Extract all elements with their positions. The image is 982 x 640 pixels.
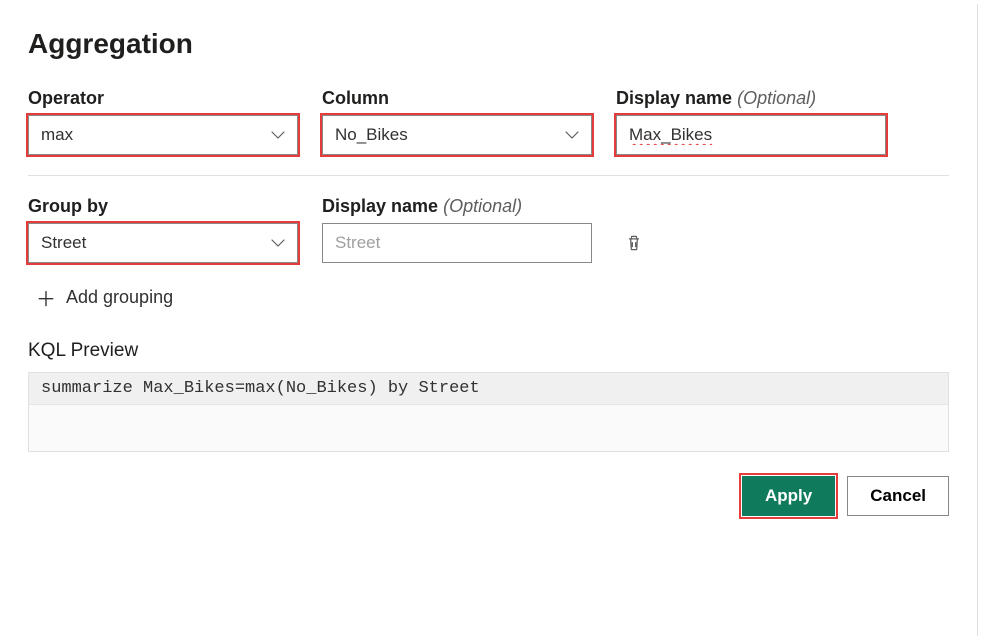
apply-button[interactable]: Apply — [742, 476, 835, 516]
kql-preview-code: summarize Max_Bikes=max(No_Bikes) by Str… — [29, 373, 948, 405]
kql-preview-box: summarize Max_Bikes=max(No_Bikes) by Str… — [28, 372, 949, 452]
footer: Apply Cancel — [28, 476, 949, 516]
display-name-value: Max_Bikes — [629, 125, 873, 145]
aggregation-panel: Aggregation Operator max Column No_Bikes — [4, 4, 978, 636]
plus-icon: ＋ — [36, 283, 56, 312]
kql-preview-label: KQL Preview — [28, 340, 949, 362]
add-grouping-button[interactable]: ＋ Add grouping — [36, 283, 949, 312]
panel-title: Aggregation — [28, 28, 949, 60]
group-by-display-name-field: Display name (Optional) Street — [322, 196, 592, 263]
group-by-label: Group by — [28, 196, 298, 217]
chevron-down-icon — [271, 239, 285, 247]
delete-grouping-button[interactable] — [616, 223, 652, 263]
operator-select[interactable]: max — [28, 115, 298, 155]
group-by-field: Group by Street — [28, 196, 298, 263]
group-by-select[interactable]: Street — [28, 223, 298, 263]
cancel-button[interactable]: Cancel — [847, 476, 949, 516]
trash-icon — [624, 233, 644, 253]
group-by-display-name-placeholder: Street — [335, 233, 579, 253]
divider — [28, 175, 949, 176]
column-value: No_Bikes — [335, 125, 557, 145]
column-select[interactable]: No_Bikes — [322, 115, 592, 155]
operator-value: max — [41, 125, 263, 145]
operator-field: Operator max — [28, 88, 298, 155]
group-by-display-name-input[interactable]: Street — [322, 223, 592, 263]
group-by-value: Street — [41, 233, 263, 253]
display-name-label: Display name (Optional) — [616, 88, 886, 109]
column-label: Column — [322, 88, 592, 109]
group-by-row: Group by Street Display name (Optional) … — [28, 196, 949, 263]
display-name-input[interactable]: Max_Bikes — [616, 115, 886, 155]
add-grouping-label: Add grouping — [66, 287, 173, 308]
aggregation-row: Operator max Column No_Bikes Display nam… — [28, 88, 949, 155]
column-field: Column No_Bikes — [322, 88, 592, 155]
chevron-down-icon — [565, 131, 579, 139]
group-by-display-name-label: Display name (Optional) — [322, 196, 592, 217]
operator-label: Operator — [28, 88, 298, 109]
display-name-field: Display name (Optional) Max_Bikes — [616, 88, 886, 155]
chevron-down-icon — [271, 131, 285, 139]
